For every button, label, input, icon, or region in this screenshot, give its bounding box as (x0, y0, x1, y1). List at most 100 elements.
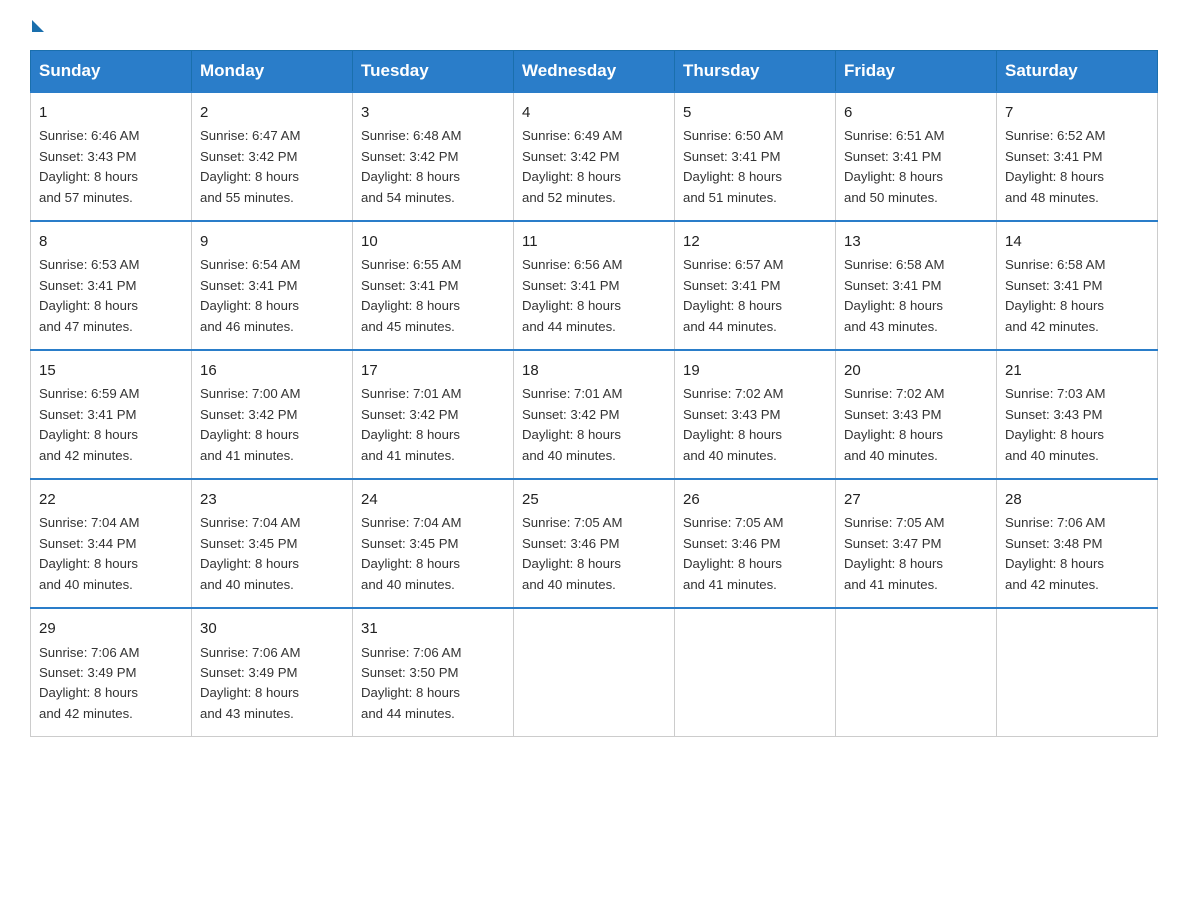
calendar-cell: 31 Sunrise: 7:06 AM Sunset: 3:50 PM Dayli… (353, 608, 514, 737)
calendar-cell: 24Sunrise: 7:04 AM Sunset: 3:45 PM Dayli… (353, 479, 514, 608)
calendar-body: 1Sunrise: 6:46 AM Sunset: 3:43 PM Daylig… (31, 92, 1158, 737)
day-info: Sunrise: 7:01 AM Sunset: 3:42 PM Dayligh… (361, 384, 505, 466)
day-info: Sunrise: 7:03 AM Sunset: 3:43 PM Dayligh… (1005, 384, 1149, 466)
calendar-cell (997, 608, 1158, 737)
day-number: 29 (39, 617, 183, 640)
day-info: Sunrise: 7:04 AM Sunset: 3:45 PM Dayligh… (200, 513, 344, 595)
calendar-cell: 10Sunrise: 6:55 AM Sunset: 3:41 PM Dayli… (353, 221, 514, 350)
col-saturday: Saturday (997, 51, 1158, 93)
day-info: Sunrise: 7:06 AM Sunset: 3:49 PM Dayligh… (200, 643, 344, 725)
day-info: Sunrise: 6:47 AM Sunset: 3:42 PM Dayligh… (200, 126, 344, 208)
day-number: 25 (522, 488, 666, 511)
calendar-cell: 2Sunrise: 6:47 AM Sunset: 3:42 PM Daylig… (192, 92, 353, 221)
day-number: 18 (522, 359, 666, 382)
calendar-table: Sunday Monday Tuesday Wednesday Thursday… (30, 50, 1158, 737)
day-number: 6 (844, 101, 988, 124)
col-sunday: Sunday (31, 51, 192, 93)
day-number: 16 (200, 359, 344, 382)
col-wednesday: Wednesday (514, 51, 675, 93)
day-number: 14 (1005, 230, 1149, 253)
calendar-cell: 15Sunrise: 6:59 AM Sunset: 3:41 PM Dayli… (31, 350, 192, 479)
logo (30, 20, 44, 32)
day-number: 12 (683, 230, 827, 253)
day-info: Sunrise: 6:58 AM Sunset: 3:41 PM Dayligh… (844, 255, 988, 337)
calendar-cell: 23Sunrise: 7:04 AM Sunset: 3:45 PM Dayli… (192, 479, 353, 608)
calendar-cell: 12Sunrise: 6:57 AM Sunset: 3:41 PM Dayli… (675, 221, 836, 350)
day-info: Sunrise: 7:05 AM Sunset: 3:46 PM Dayligh… (522, 513, 666, 595)
day-number: 23 (200, 488, 344, 511)
calendar-cell: 1Sunrise: 6:46 AM Sunset: 3:43 PM Daylig… (31, 92, 192, 221)
day-number: 21 (1005, 359, 1149, 382)
calendar-cell: 18Sunrise: 7:01 AM Sunset: 3:42 PM Dayli… (514, 350, 675, 479)
day-number: 19 (683, 359, 827, 382)
calendar-cell: 5Sunrise: 6:50 AM Sunset: 3:41 PM Daylig… (675, 92, 836, 221)
day-number: 22 (39, 488, 183, 511)
day-number: 1 (39, 101, 183, 124)
day-info: Sunrise: 7:06 AM Sunset: 3:49 PM Dayligh… (39, 643, 183, 725)
calendar-cell: 3Sunrise: 6:48 AM Sunset: 3:42 PM Daylig… (353, 92, 514, 221)
day-info: Sunrise: 6:54 AM Sunset: 3:41 PM Dayligh… (200, 255, 344, 337)
calendar-cell: 29 Sunrise: 7:06 AM Sunset: 3:49 PM Dayli… (31, 608, 192, 737)
day-number: 28 (1005, 488, 1149, 511)
day-info: Sunrise: 6:46 AM Sunset: 3:43 PM Dayligh… (39, 126, 183, 208)
day-info: Sunrise: 7:04 AM Sunset: 3:45 PM Dayligh… (361, 513, 505, 595)
calendar-cell: 9Sunrise: 6:54 AM Sunset: 3:41 PM Daylig… (192, 221, 353, 350)
day-info: Sunrise: 6:53 AM Sunset: 3:41 PM Dayligh… (39, 255, 183, 337)
calendar-cell: 6Sunrise: 6:51 AM Sunset: 3:41 PM Daylig… (836, 92, 997, 221)
calendar-cell: 7Sunrise: 6:52 AM Sunset: 3:41 PM Daylig… (997, 92, 1158, 221)
day-info: Sunrise: 6:50 AM Sunset: 3:41 PM Dayligh… (683, 126, 827, 208)
day-info: Sunrise: 7:02 AM Sunset: 3:43 PM Dayligh… (683, 384, 827, 466)
calendar-cell: 28Sunrise: 7:06 AM Sunset: 3:48 PM Dayli… (997, 479, 1158, 608)
day-number: 2 (200, 101, 344, 124)
day-info: Sunrise: 7:05 AM Sunset: 3:46 PM Dayligh… (683, 513, 827, 595)
day-info: Sunrise: 6:52 AM Sunset: 3:41 PM Dayligh… (1005, 126, 1149, 208)
day-number: 8 (39, 230, 183, 253)
calendar-cell: 26Sunrise: 7:05 AM Sunset: 3:46 PM Dayli… (675, 479, 836, 608)
day-info: Sunrise: 7:04 AM Sunset: 3:44 PM Dayligh… (39, 513, 183, 595)
calendar-cell: 20Sunrise: 7:02 AM Sunset: 3:43 PM Dayli… (836, 350, 997, 479)
day-number: 7 (1005, 101, 1149, 124)
day-number: 15 (39, 359, 183, 382)
calendar-cell: 17Sunrise: 7:01 AM Sunset: 3:42 PM Dayli… (353, 350, 514, 479)
day-number: 11 (522, 230, 666, 253)
calendar-cell: 19Sunrise: 7:02 AM Sunset: 3:43 PM Dayli… (675, 350, 836, 479)
day-number: 30 (200, 617, 344, 640)
calendar-cell: 4Sunrise: 6:49 AM Sunset: 3:42 PM Daylig… (514, 92, 675, 221)
day-number: 31 (361, 617, 505, 640)
day-info: Sunrise: 6:49 AM Sunset: 3:42 PM Dayligh… (522, 126, 666, 208)
calendar-cell (514, 608, 675, 737)
day-info: Sunrise: 6:58 AM Sunset: 3:41 PM Dayligh… (1005, 255, 1149, 337)
day-info: Sunrise: 6:57 AM Sunset: 3:41 PM Dayligh… (683, 255, 827, 337)
day-info: Sunrise: 7:02 AM Sunset: 3:43 PM Dayligh… (844, 384, 988, 466)
calendar-cell (675, 608, 836, 737)
calendar-cell: 22Sunrise: 7:04 AM Sunset: 3:44 PM Dayli… (31, 479, 192, 608)
day-info: Sunrise: 6:55 AM Sunset: 3:41 PM Dayligh… (361, 255, 505, 337)
logo-area (30, 20, 44, 32)
calendar-cell: 16Sunrise: 7:00 AM Sunset: 3:42 PM Dayli… (192, 350, 353, 479)
day-number: 20 (844, 359, 988, 382)
day-number: 26 (683, 488, 827, 511)
col-tuesday: Tuesday (353, 51, 514, 93)
header (30, 20, 1158, 32)
col-friday: Friday (836, 51, 997, 93)
day-number: 3 (361, 101, 505, 124)
calendar-cell: 13Sunrise: 6:58 AM Sunset: 3:41 PM Dayli… (836, 221, 997, 350)
day-number: 13 (844, 230, 988, 253)
calendar-cell: 30 Sunrise: 7:06 AM Sunset: 3:49 PM Dayli… (192, 608, 353, 737)
calendar-header: Sunday Monday Tuesday Wednesday Thursday… (31, 51, 1158, 93)
day-info: Sunrise: 6:51 AM Sunset: 3:41 PM Dayligh… (844, 126, 988, 208)
day-info: Sunrise: 6:48 AM Sunset: 3:42 PM Dayligh… (361, 126, 505, 208)
day-info: Sunrise: 7:01 AM Sunset: 3:42 PM Dayligh… (522, 384, 666, 466)
day-number: 10 (361, 230, 505, 253)
day-number: 24 (361, 488, 505, 511)
logo-arrow-icon (32, 20, 44, 32)
day-info: Sunrise: 6:56 AM Sunset: 3:41 PM Dayligh… (522, 255, 666, 337)
day-number: 17 (361, 359, 505, 382)
calendar-cell: 27Sunrise: 7:05 AM Sunset: 3:47 PM Dayli… (836, 479, 997, 608)
day-info: Sunrise: 7:06 AM Sunset: 3:48 PM Dayligh… (1005, 513, 1149, 595)
day-info: Sunrise: 7:06 AM Sunset: 3:50 PM Dayligh… (361, 643, 505, 725)
col-monday: Monday (192, 51, 353, 93)
day-number: 4 (522, 101, 666, 124)
day-number: 5 (683, 101, 827, 124)
day-info: Sunrise: 7:00 AM Sunset: 3:42 PM Dayligh… (200, 384, 344, 466)
